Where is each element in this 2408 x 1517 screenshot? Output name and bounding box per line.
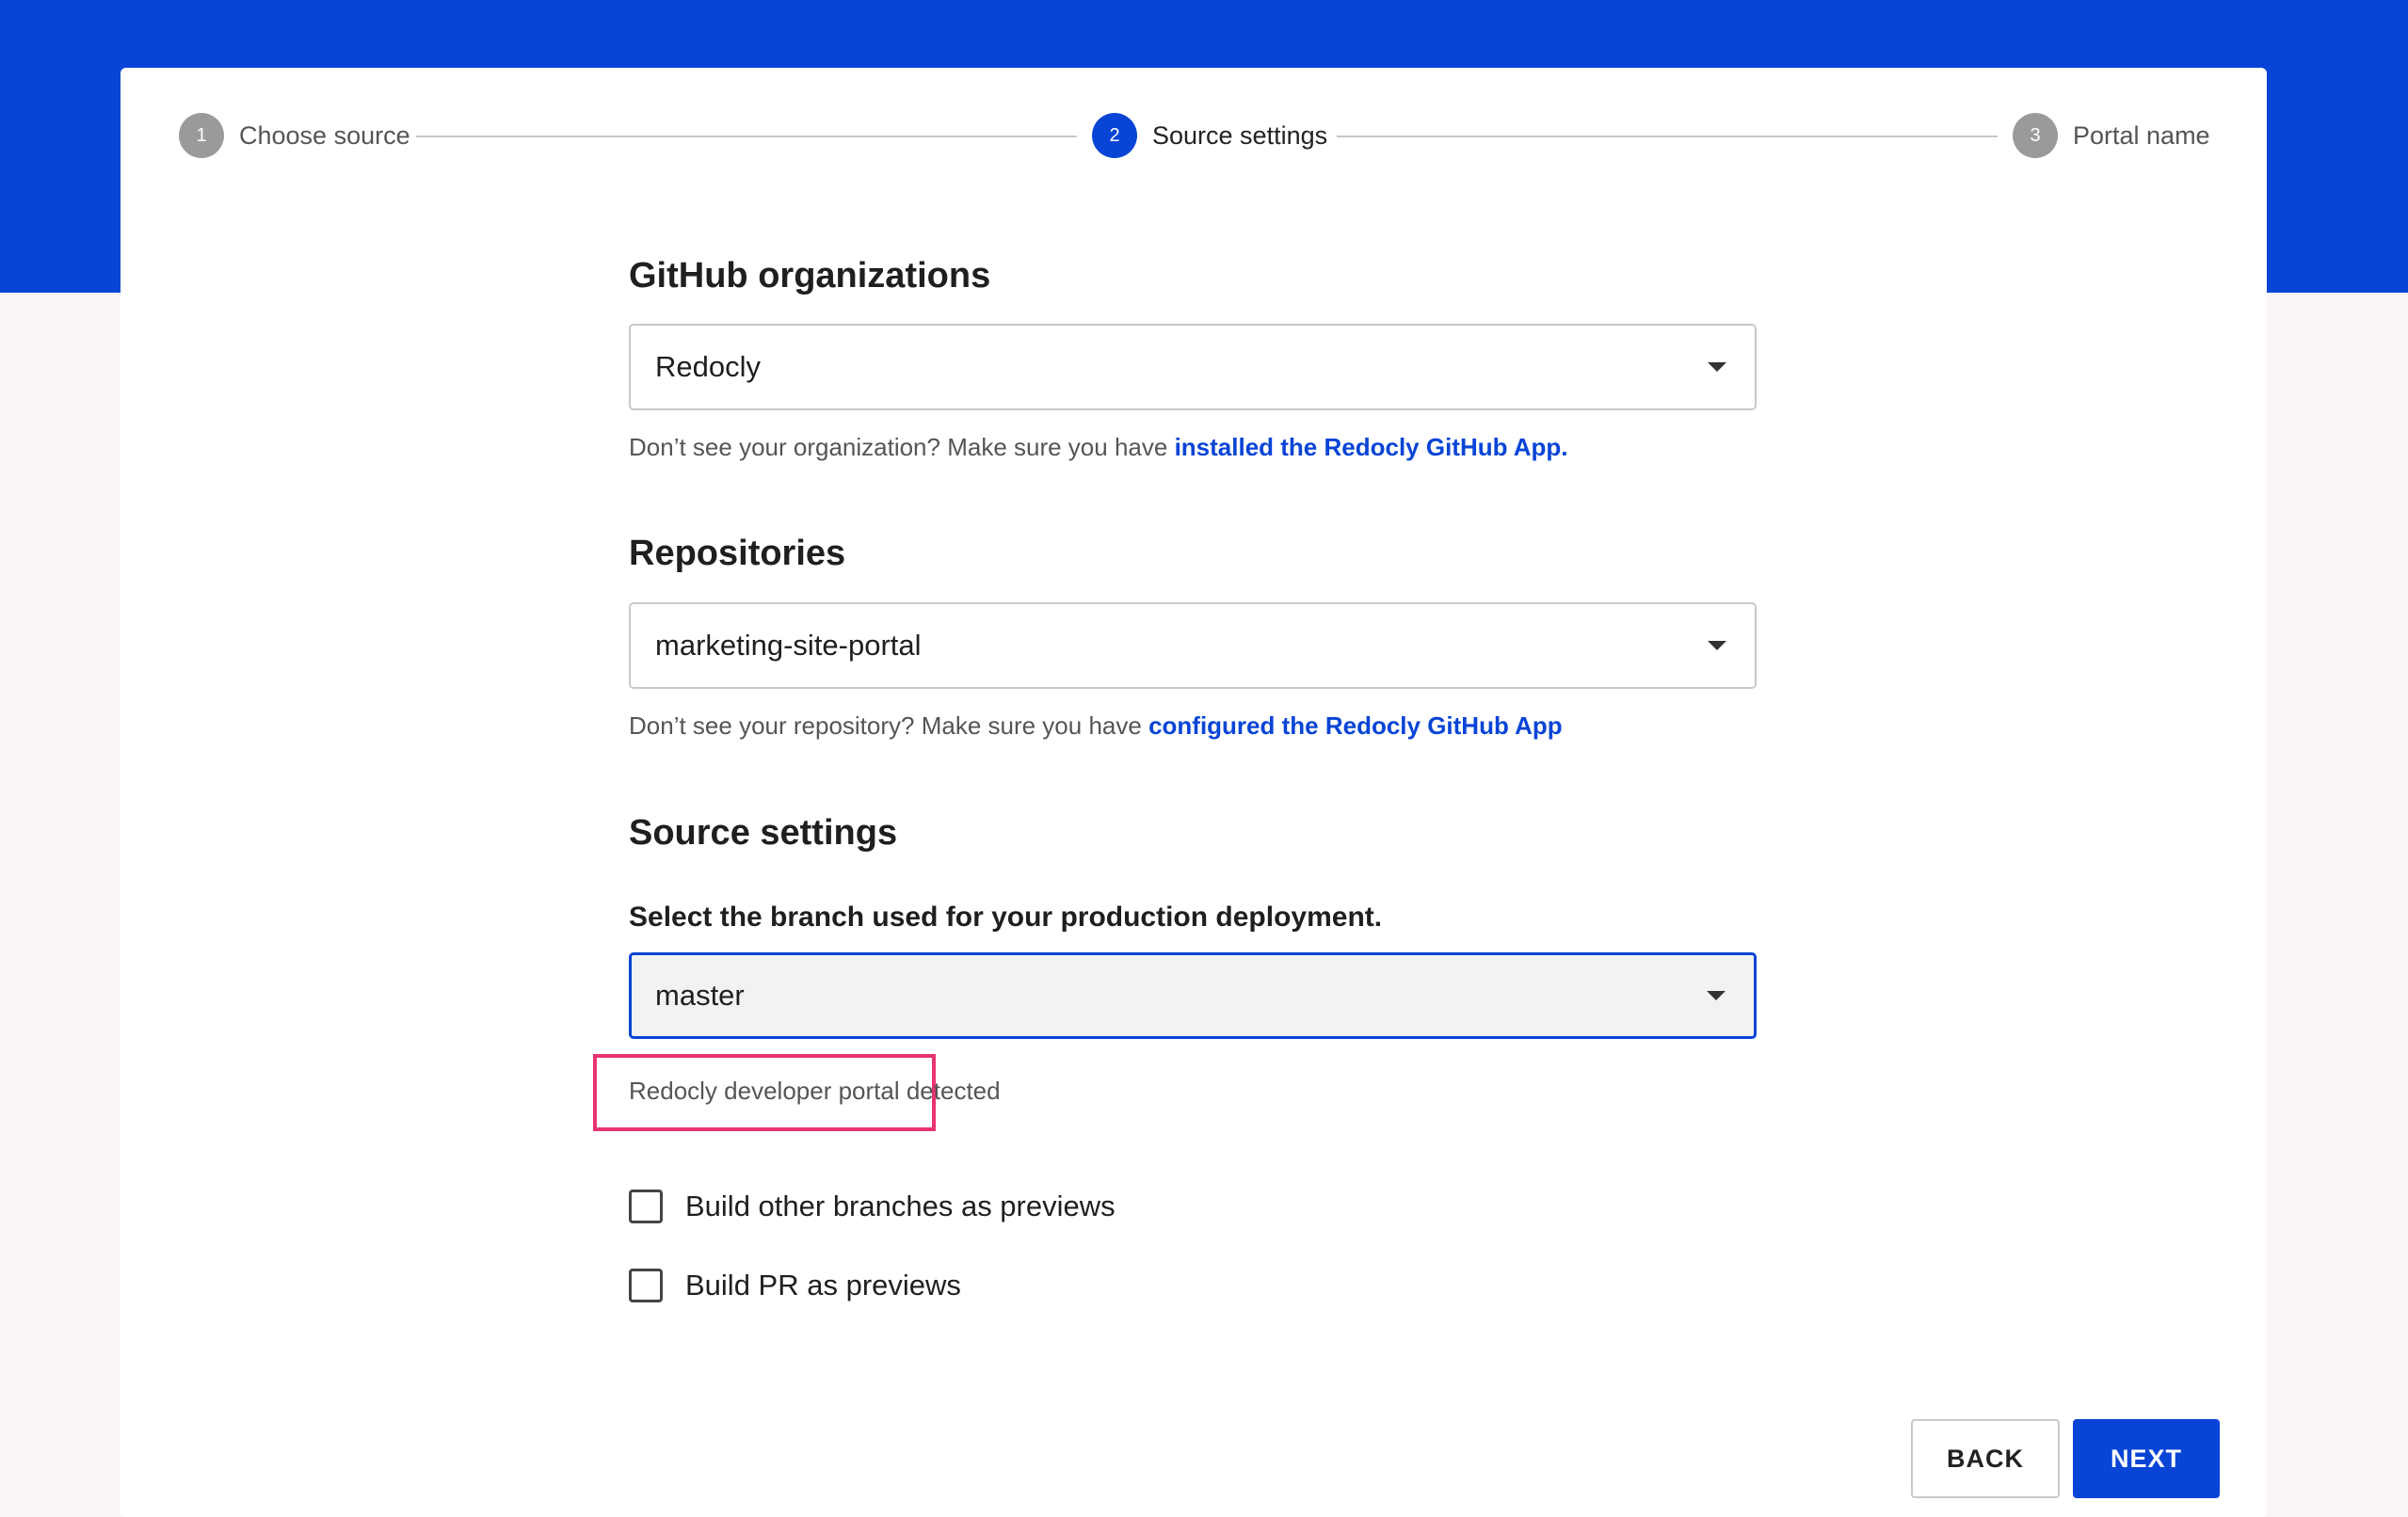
org-select[interactable]: Redocly xyxy=(629,324,1757,410)
step-number: 3 xyxy=(2013,113,2058,158)
detected-status: Redocly developer portal detected xyxy=(629,1077,1001,1105)
step-choose-source[interactable]: 1 Choose source xyxy=(179,113,410,158)
step-connector xyxy=(1337,136,1998,137)
checkbox-label: Build PR as previews xyxy=(685,1269,961,1301)
install-app-link[interactable]: installed the Redocly GitHub App. xyxy=(1175,433,1568,461)
step-label: Choose source xyxy=(239,120,410,150)
configure-app-link[interactable]: configured the Redocly GitHub App xyxy=(1148,711,1563,740)
branch-label: Select the branch used for your producti… xyxy=(629,902,1383,933)
checkbox-label: Build other branches as previews xyxy=(685,1190,1116,1222)
step-label: Portal name xyxy=(2073,120,2210,150)
branch-select[interactable]: master xyxy=(629,952,1757,1039)
org-select-value: Redocly xyxy=(655,350,761,383)
org-help: Don’t see your organization? Make sure y… xyxy=(629,433,1568,462)
step-label: Source settings xyxy=(1152,120,1328,150)
step-number: 2 xyxy=(1092,113,1137,158)
org-section-title: GitHub organizations xyxy=(629,256,991,295)
next-button[interactable]: NEXT xyxy=(2073,1419,2220,1498)
stepper: 1 Choose source 2 Source settings 3 Port… xyxy=(120,68,2267,203)
branch-select-value: master xyxy=(655,979,745,1012)
chevron-down-icon xyxy=(1708,641,1726,650)
repo-select[interactable]: marketing-site-portal xyxy=(629,602,1757,689)
org-help-text: Don’t see your organization? Make sure y… xyxy=(629,433,1175,461)
repo-help: Don’t see your repository? Make sure you… xyxy=(629,711,1563,741)
build-pr-option[interactable]: Build PR as previews xyxy=(629,1269,961,1302)
repo-help-text: Don’t see your repository? Make sure you… xyxy=(629,711,1149,740)
build-branches-option[interactable]: Build other branches as previews xyxy=(629,1190,1116,1223)
wizard-card: 1 Choose source 2 Source settings 3 Port… xyxy=(120,68,2267,1517)
step-connector xyxy=(416,136,1077,137)
step-source-settings[interactable]: 2 Source settings xyxy=(1092,113,1327,158)
repo-section-title: Repositories xyxy=(629,534,846,573)
step-number: 1 xyxy=(179,113,224,158)
build-pr-checkbox[interactable] xyxy=(629,1269,663,1302)
step-portal-name[interactable]: 3 Portal name xyxy=(2013,113,2210,158)
build-branches-checkbox[interactable] xyxy=(629,1190,663,1223)
chevron-down-icon xyxy=(1708,362,1726,372)
source-section-title: Source settings xyxy=(629,813,898,853)
repo-select-value: marketing-site-portal xyxy=(655,629,922,662)
chevron-down-icon xyxy=(1707,991,1726,1000)
back-button[interactable]: BACK xyxy=(1911,1419,2060,1498)
